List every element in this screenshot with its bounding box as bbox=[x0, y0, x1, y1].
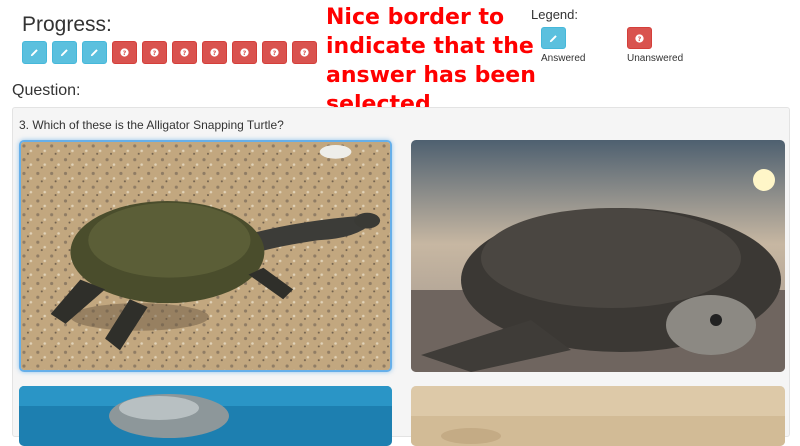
question-heading: Question: bbox=[12, 82, 81, 99]
question-icon: ? bbox=[239, 47, 250, 58]
svg-text:?: ? bbox=[213, 49, 217, 57]
annotation-line: Nice border to bbox=[326, 5, 505, 30]
progress-question-5-button[interactable]: ? bbox=[142, 41, 167, 64]
progress-question-1-button[interactable] bbox=[22, 41, 47, 64]
progress-question-7-button[interactable]: ? bbox=[202, 41, 227, 64]
legend-unanswered: ? Unanswered bbox=[627, 27, 683, 64]
turtle-on-sand-image bbox=[411, 386, 785, 446]
svg-text:?: ? bbox=[183, 49, 187, 57]
question-panel: 3. Which of these is the Alligator Snapp… bbox=[12, 107, 790, 446]
question-icon: ? bbox=[179, 47, 190, 58]
progress-question-2-button[interactable] bbox=[52, 41, 77, 64]
progress-question-9-button[interactable]: ? bbox=[262, 41, 287, 64]
progress-question-6-button[interactable]: ? bbox=[172, 41, 197, 64]
progress-bar: ??????? bbox=[22, 41, 317, 64]
question-icon: ? bbox=[299, 47, 310, 58]
progress-title: Progress: bbox=[22, 13, 112, 36]
annotation-line: answer has been bbox=[326, 63, 536, 88]
pencil-icon bbox=[29, 47, 40, 58]
svg-text:?: ? bbox=[638, 34, 642, 42]
question-text: 3. Which of these is the Alligator Snapp… bbox=[19, 118, 284, 132]
legend-title: Legend: bbox=[531, 7, 578, 22]
pencil-icon bbox=[89, 47, 100, 58]
svg-text:?: ? bbox=[273, 49, 277, 57]
question-icon: ? bbox=[269, 47, 280, 58]
turtle-in-water-image bbox=[19, 386, 392, 446]
svg-text:?: ? bbox=[153, 49, 157, 57]
sea-turtle-image bbox=[411, 140, 785, 372]
question-icon: ? bbox=[119, 47, 130, 58]
question-icon: ? bbox=[627, 27, 652, 49]
long-necked-turtle-image bbox=[21, 142, 390, 370]
answer-option-1[interactable] bbox=[19, 140, 392, 372]
svg-text:?: ? bbox=[303, 49, 307, 57]
answer-option-4[interactable] bbox=[411, 386, 785, 446]
svg-text:?: ? bbox=[243, 49, 247, 57]
progress-question-10-button[interactable]: ? bbox=[292, 41, 317, 64]
annotation-note: Nice border to indicate that the answer … bbox=[326, 3, 536, 119]
question-icon: ? bbox=[149, 47, 160, 58]
progress-question-4-button[interactable]: ? bbox=[112, 41, 137, 64]
legend-unanswered-label: Unanswered bbox=[627, 53, 684, 64]
progress-question-3-button[interactable] bbox=[82, 41, 107, 64]
pencil-icon bbox=[541, 27, 566, 49]
progress-question-8-button[interactable]: ? bbox=[232, 41, 257, 64]
answer-option-3[interactable] bbox=[19, 386, 392, 446]
question-icon: ? bbox=[209, 47, 220, 58]
svg-text:?: ? bbox=[123, 49, 127, 57]
legend-answered-label: Answered bbox=[541, 53, 586, 64]
pencil-icon bbox=[59, 47, 70, 58]
answer-option-2[interactable] bbox=[411, 140, 785, 372]
annotation-line: indicate that the bbox=[326, 34, 534, 59]
legend-answered: Answered bbox=[541, 27, 585, 64]
